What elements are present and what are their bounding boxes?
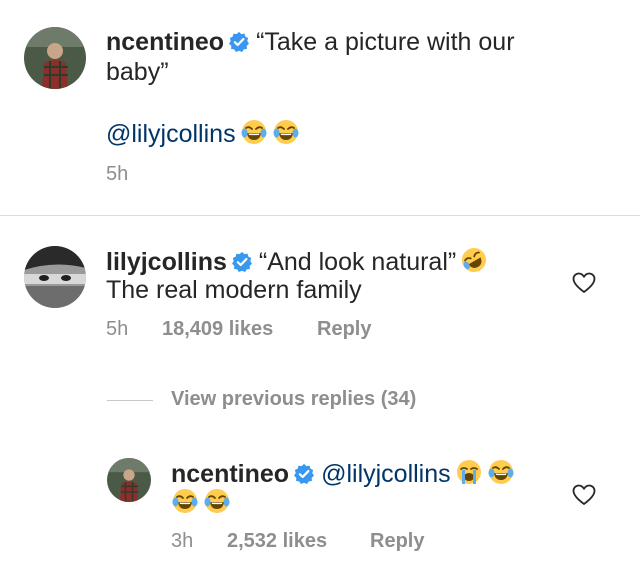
- replies-line: [107, 400, 153, 401]
- laughing-crying-emoji: [487, 458, 515, 486]
- laughing-crying-emoji: [240, 118, 268, 146]
- reply1-meta: 3h 2,532 likes Reply: [171, 530, 424, 553]
- comment1-text-line1: “Take a picture with our: [256, 28, 515, 56]
- comment2-reply-button[interactable]: Reply: [317, 318, 371, 341]
- avatar-ncentineo[interactable]: [24, 27, 86, 89]
- comment1-line2: baby”: [106, 57, 169, 87]
- view-previous-replies-label[interactable]: View previous replies (34): [171, 388, 416, 411]
- reply1-line2: [171, 487, 231, 518]
- comment1-text-line2: baby”: [106, 58, 169, 86]
- heart-outline-icon[interactable]: [572, 272, 596, 294]
- rolling-laughing-emoji: [460, 246, 488, 274]
- laughing-crying-emoji: [272, 118, 300, 146]
- comment1-line1: ncentineo “Take a picture with our: [106, 27, 515, 57]
- laughing-crying-emoji: [203, 487, 231, 515]
- heart-outline-icon[interactable]: [572, 484, 596, 506]
- reply1-username[interactable]: ncentineo: [171, 460, 289, 488]
- comment2-text-line1: “And look natural”: [258, 248, 457, 276]
- reply1-mention[interactable]: @lilyjcollins: [321, 460, 451, 488]
- comment2-text-line2: The real modern family: [106, 276, 362, 304]
- loudly-crying-emoji: [455, 458, 483, 486]
- comment1-time: 5h: [106, 163, 129, 185]
- verified-badge-icon: [228, 31, 250, 53]
- avatar-ncentineo-reply[interactable]: [107, 458, 151, 502]
- verified-badge-icon: [293, 463, 315, 485]
- comment2-line1: lilyjcollins “And look natural”: [106, 246, 488, 277]
- comment1-mention[interactable]: @lilyjcollins: [106, 120, 236, 148]
- comment1-username[interactable]: ncentineo: [106, 28, 224, 56]
- laughing-crying-emoji: [171, 487, 199, 515]
- view-previous-replies[interactable]: View previous replies (34): [171, 388, 416, 411]
- comment2-meta: 5h 18,409 likes Reply: [106, 318, 371, 341]
- comment2-line2: The real modern family: [106, 275, 362, 305]
- comment1-meta: 5h: [106, 163, 128, 186]
- divider: [0, 215, 640, 216]
- reply1-time: 3h: [171, 530, 194, 552]
- comment2-likes[interactable]: 18,409 likes: [162, 318, 317, 341]
- reply1-line1: ncentineo @lilyjcollins: [171, 458, 515, 489]
- comment2-username[interactable]: lilyjcollins: [106, 248, 227, 276]
- avatar-lilyjcollins[interactable]: [24, 246, 86, 308]
- comment2-time: 5h: [106, 318, 129, 340]
- verified-badge-icon: [231, 251, 253, 273]
- reply1-reply-button[interactable]: Reply: [370, 530, 424, 553]
- comment1-line3: @lilyjcollins: [106, 118, 300, 149]
- reply1-likes[interactable]: 2,532 likes: [227, 530, 370, 553]
